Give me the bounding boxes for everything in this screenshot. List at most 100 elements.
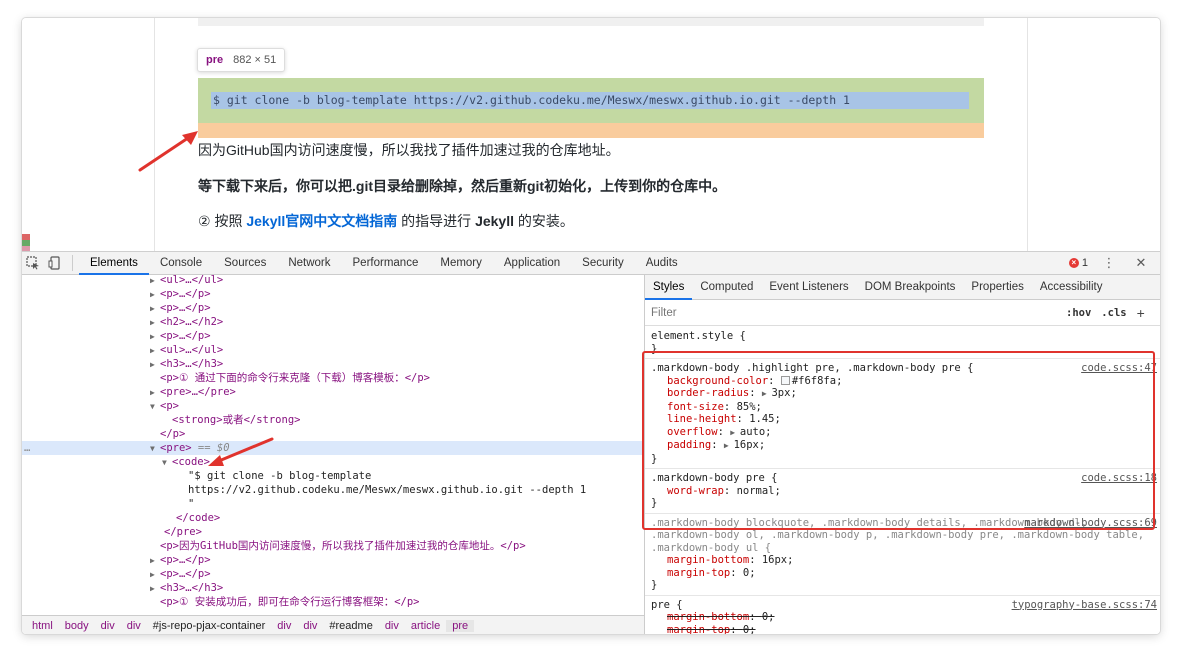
breadcrumb-item[interactable]: div — [121, 620, 147, 632]
style-declaration[interactable]: margin-top: 0; — [651, 567, 1155, 580]
expand-toggle-icon[interactable]: ▼ — [162, 456, 172, 470]
dom-node-row[interactable]: " — [22, 497, 644, 511]
dom-node-row[interactable]: <strong>或者</strong> — [22, 413, 644, 427]
style-declaration[interactable]: border-radius: ▶ 3px; — [651, 387, 1155, 401]
breadcrumb-item[interactable]: article — [405, 620, 446, 632]
tab-sources[interactable]: Sources — [213, 252, 277, 275]
cls-toggle[interactable]: .cls — [1101, 307, 1126, 319]
expand-toggle-icon[interactable]: ▶ — [150, 330, 160, 344]
rule-source-link[interactable]: markdown-body.scss:69 — [1024, 517, 1157, 530]
dom-node-row[interactable]: https://v2.github.codeku.me/Meswx/meswx.… — [22, 483, 644, 497]
dom-node-row[interactable]: </code> — [22, 511, 644, 525]
rule-source-link[interactable]: code.scss:47 — [1081, 362, 1157, 375]
styles-tab-event-listeners[interactable]: Event Listeners — [761, 275, 856, 300]
style-declaration[interactable]: padding: ▶ 16px; — [651, 439, 1155, 453]
styles-tab-properties[interactable]: Properties — [963, 275, 1031, 300]
breadcrumb-item[interactable]: pre — [446, 619, 475, 632]
dom-node-row[interactable]: <p>① 安装成功后，即可在命令行运行博客框架：</p> — [22, 595, 644, 609]
style-declaration[interactable]: overflow: ▶ auto; — [651, 426, 1155, 440]
styles-tab-dom-breakpoints[interactable]: DOM Breakpoints — [857, 275, 964, 300]
breadcrumb-item[interactable]: div — [271, 620, 297, 632]
expand-toggle-icon[interactable]: ▶ — [150, 302, 160, 316]
expand-toggle-icon[interactable]: ▶ — [150, 554, 160, 568]
expand-toggle-icon[interactable]: ▶ — [150, 316, 160, 330]
expand-toggle-icon[interactable]: ▶ — [150, 288, 160, 302]
breadcrumb-item[interactable]: #readme — [323, 620, 378, 632]
hov-toggle[interactable]: :hov — [1066, 307, 1091, 319]
styles-filter-bar: :hov .cls + — [645, 300, 1160, 326]
color-swatch[interactable] — [780, 375, 790, 385]
rule-source-link[interactable]: code.scss:18 — [1081, 472, 1157, 485]
tab-performance[interactable]: Performance — [342, 252, 430, 275]
error-counter[interactable]: × 1 — [1068, 257, 1088, 269]
breadcrumb-item[interactable]: #js-repo-pjax-container — [147, 620, 272, 632]
dom-node-row[interactable]: ▶ <p>…</p> — [22, 329, 644, 343]
dom-node-row[interactable]: ▼ <p> — [22, 399, 644, 413]
tab-audits[interactable]: Audits — [635, 252, 689, 275]
breadcrumb: html body div div #js-repo-pjax-container div… — [22, 615, 644, 634]
inspect-icon[interactable] — [22, 252, 44, 274]
dom-node-row[interactable]: ▼ <code> — [22, 455, 644, 469]
tab-security[interactable]: Security — [571, 252, 635, 275]
breadcrumb-item[interactable]: body — [59, 620, 95, 632]
style-declaration[interactable]: background-color: #f6f8fa; — [651, 375, 1155, 388]
expand-toggle-icon[interactable]: ▶ — [150, 386, 160, 400]
toolbar-right: × 1 ⋮ ✕ — [1068, 252, 1160, 274]
tab-memory[interactable]: Memory — [429, 252, 493, 275]
style-declaration[interactable]: margin-top: 0; — [651, 624, 1155, 635]
styles-tab-styles[interactable]: Styles — [645, 275, 693, 300]
dom-node-row[interactable]: ▶ <p>…</p> — [22, 567, 644, 581]
breadcrumb-item[interactable]: div — [379, 620, 405, 632]
style-declaration[interactable]: line-height: 1.45; — [651, 413, 1155, 426]
dom-node-row[interactable]: </p> — [22, 427, 644, 441]
device-toolbar-icon[interactable] — [44, 252, 66, 274]
dom-node-row[interactable]: ▶ <pre>…</pre> — [22, 385, 644, 399]
expand-shorthand-icon[interactable]: ▶ — [724, 441, 734, 450]
dom-node-row[interactable]: "$ git clone -b blog-template — [22, 469, 644, 483]
expand-toggle-icon[interactable]: ▼ — [150, 400, 160, 414]
dom-node-row[interactable]: ▶ <p>…</p> — [22, 287, 644, 301]
style-declaration[interactable]: font-size: 85%; — [651, 401, 1155, 414]
rule-selector[interactable]: .markdown-body .highlight pre, .markdown… — [651, 362, 1155, 375]
more-vert-icon[interactable]: ⋮ — [1098, 252, 1120, 274]
tab-application[interactable]: Application — [493, 252, 571, 275]
styles-filter-input[interactable] — [651, 302, 1056, 323]
property-name: margin-top — [667, 623, 731, 635]
dom-node-row[interactable]: <p>① 通过下面的命令行来克隆（下载）博客模板：</p> — [22, 371, 644, 385]
style-declaration[interactable]: margin-bottom: 0; — [651, 611, 1155, 624]
breadcrumb-item[interactable]: div — [95, 620, 121, 632]
expand-toggle-icon[interactable]: ▶ — [150, 344, 160, 358]
expand-toggle-icon[interactable]: ▶ — [150, 568, 160, 582]
rule-source-link[interactable]: typography-base.scss:74 — [1012, 599, 1157, 612]
dom-node-row[interactable]: ▶ <p>…</p> — [22, 301, 644, 315]
tab-network[interactable]: Network — [277, 252, 341, 275]
expand-shorthand-icon[interactable]: ▶ — [730, 428, 740, 437]
breadcrumb-item[interactable]: html — [26, 620, 59, 632]
tab-elements[interactable]: Elements — [79, 252, 149, 275]
expand-toggle-icon[interactable]: ▼ — [150, 442, 160, 456]
breadcrumb-item[interactable]: div — [297, 620, 323, 632]
close-icon[interactable]: ✕ — [1130, 252, 1152, 274]
expand-toggle-icon[interactable]: ▶ — [150, 582, 160, 596]
dom-node-row[interactable]: ▶ <h3>…</h3> — [22, 581, 644, 595]
rule-selector[interactable]: .markdown-body pre { — [651, 472, 1155, 485]
expand-toggle-icon[interactable]: ▶ — [150, 358, 160, 372]
dom-node-row[interactable]: ▶ <h2>…</h2> — [22, 315, 644, 329]
devtools-tabs: Elements Console Sources Network Performance… — [79, 252, 689, 275]
dom-node-row[interactable]: ▶ <ul>…</ul> — [22, 275, 644, 287]
dom-node-row[interactable]: <p>因为GitHub国内访问速度慢，所以我找了插件加速过我的仓库地址。</p> — [22, 539, 644, 553]
dom-node-row[interactable]: ▼ <pre> == $0… — [22, 441, 644, 455]
dom-node-row[interactable]: ▶ <ul>…</ul> — [22, 343, 644, 357]
dom-node-row[interactable]: </pre> — [22, 525, 644, 539]
styles-tab-computed[interactable]: Computed — [692, 275, 761, 300]
jekyll-docs-link[interactable]: Jekyll官网中文文档指南 — [246, 213, 397, 229]
style-declaration[interactable]: word-wrap: normal; — [651, 485, 1155, 498]
rule-selector[interactable]: element.style { — [651, 330, 1155, 343]
tab-console[interactable]: Console — [149, 252, 213, 275]
dom-node-row[interactable]: ▶ <p>…</p> — [22, 553, 644, 567]
node-menu-icon[interactable]: … — [24, 441, 30, 455]
new-rule-button[interactable]: + — [1137, 305, 1145, 321]
style-declaration[interactable]: margin-bottom: 16px; — [651, 554, 1155, 567]
styles-tab-accessibility[interactable]: Accessibility — [1032, 275, 1111, 300]
dom-node-row[interactable]: ▶ <h3>…</h3> — [22, 357, 644, 371]
